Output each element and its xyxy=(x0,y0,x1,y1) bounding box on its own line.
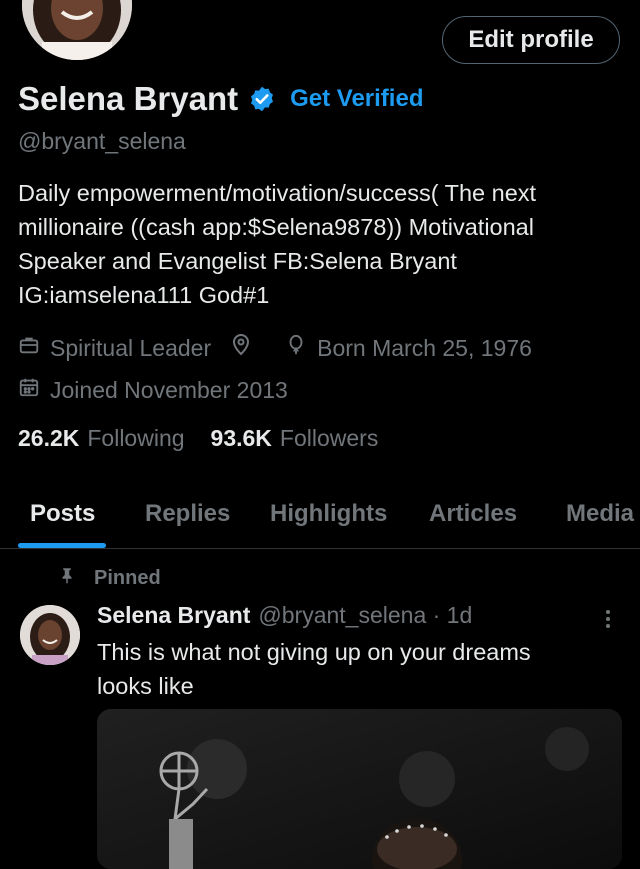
followers-link[interactable]: 93.6K Followers xyxy=(211,425,379,452)
profile-meta-row: Spiritual Leader Born March 25, 1976 xyxy=(18,333,532,363)
profile-tabs: Posts Replies Highlights Articles Media xyxy=(0,488,640,549)
tab-media[interactable]: Media xyxy=(566,500,634,528)
post-text-line: looks like xyxy=(97,673,194,699)
balloon-icon xyxy=(285,333,317,363)
calendar-icon xyxy=(18,376,50,404)
tab-articles[interactable]: Articles xyxy=(429,500,517,528)
tab-highlights[interactable]: Highlights xyxy=(270,500,387,528)
post-header: Selena Bryant @bryant_selena · 1d xyxy=(97,602,472,629)
post-author-avatar[interactable] xyxy=(20,605,80,665)
profile-joined-row: Joined November 2013 xyxy=(18,376,288,404)
profile-stats: 26.2K Following 93.6K Followers xyxy=(18,425,378,452)
following-link[interactable]: 26.2K Following xyxy=(18,425,185,452)
bio-line: Speaker and Evangelist FB:Selena Bryant xyxy=(18,248,457,274)
followers-label: Followers xyxy=(279,425,379,451)
pin-icon xyxy=(58,564,76,592)
more-vertical-icon[interactable] xyxy=(598,604,618,634)
edit-profile-button[interactable]: Edit profile xyxy=(442,16,620,64)
tab-posts[interactable]: Posts xyxy=(30,500,95,528)
profile-birthdate: Born March 25, 1976 xyxy=(317,334,532,361)
profile-handle: @bryant_selena xyxy=(18,128,186,154)
active-tab-indicator xyxy=(18,543,106,548)
pinned-label: Pinned xyxy=(94,566,161,589)
verified-badge-icon xyxy=(248,85,276,113)
bio-line: millionaire ((cash app:$Selena9878)) Mot… xyxy=(18,214,534,240)
post-text-line: This is what not giving up on your dream… xyxy=(97,639,531,665)
following-count: 26.2K xyxy=(18,425,80,451)
profile-occupation: Spiritual Leader xyxy=(50,334,212,361)
profile-name-row: Selena Bryant Get Verified xyxy=(18,80,423,118)
post-media-image[interactable] xyxy=(97,709,622,869)
profile-name: Selena Bryant xyxy=(18,80,239,117)
post-text: This is what not giving up on your dream… xyxy=(97,635,597,703)
profile-bio: Daily empowerment/motivation/success( Th… xyxy=(18,176,618,312)
location-icon xyxy=(229,333,263,363)
tab-replies[interactable]: Replies xyxy=(145,500,230,528)
bio-line: Daily empowerment/motivation/success( Th… xyxy=(18,180,537,206)
bio-line: IG:iamselena111 God#1 xyxy=(18,282,270,308)
post-author-name[interactable]: Selena Bryant xyxy=(97,602,250,629)
get-verified-link[interactable]: Get Verified xyxy=(290,85,423,113)
profile-joined: Joined November 2013 xyxy=(50,376,288,403)
following-label: Following xyxy=(87,425,185,451)
followers-count: 93.6K xyxy=(210,425,272,451)
profile-avatar[interactable] xyxy=(18,0,136,64)
pinned-indicator: Pinned xyxy=(58,564,161,592)
post-handle-time: @bryant_selena · 1d xyxy=(258,602,473,628)
briefcase-icon xyxy=(18,334,50,362)
